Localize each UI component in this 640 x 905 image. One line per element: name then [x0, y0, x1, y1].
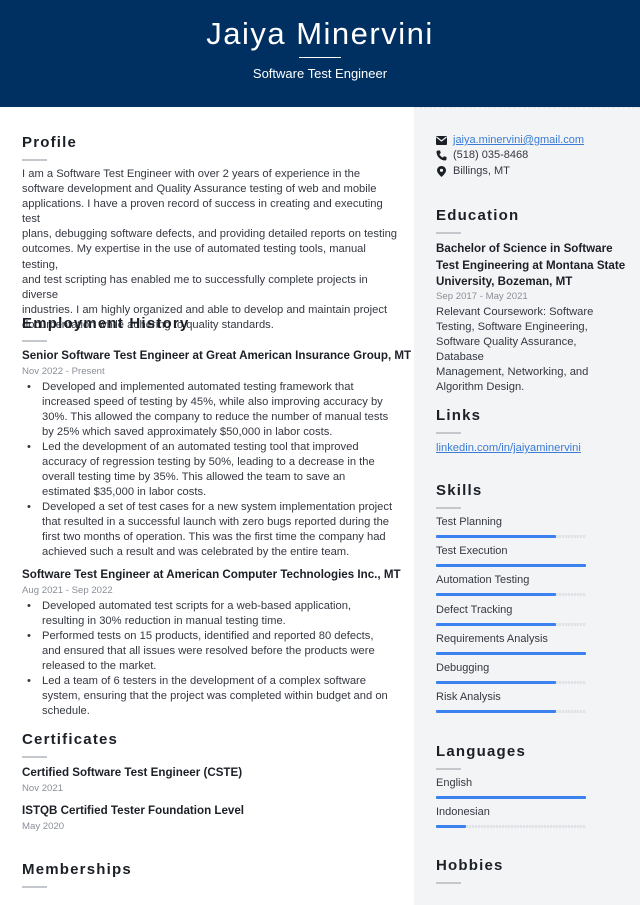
skill-level-bar-fill	[436, 622, 556, 626]
job-title: Senior Software Test Engineer at Great A…	[22, 349, 412, 362]
skill-level-bar-track	[436, 593, 586, 597]
skill-level-bar-fill	[436, 651, 586, 655]
coursework-line: Management, Networking, and	[436, 366, 589, 379]
skill-level-bar-track	[436, 710, 586, 714]
profile-line: plans, debugging software defects, and p…	[22, 228, 398, 241]
linkedin-link[interactable]: linkedin.com/in/jaiyaminervini	[436, 441, 581, 456]
phone-icon	[436, 150, 447, 161]
coursework-line: Algorithm Design.	[436, 381, 525, 394]
skill-name: Requirements Analysis	[436, 632, 548, 645]
certificate-name: Certified Software Test Engineer (CSTE)	[22, 766, 243, 779]
memberships-heading-rule	[22, 886, 47, 888]
skills-heading-rule	[436, 507, 461, 509]
profile-line: outcomes. My expertise in the use of aut…	[22, 243, 366, 271]
job-bullets: Developed and implemented automated test…	[22, 380, 394, 560]
skill-level-bar-track	[436, 622, 586, 626]
education-dates: Sep 2017 - May 2021	[436, 291, 528, 302]
skill-level-bar-fill	[436, 535, 556, 538]
language-level-bar-fill	[436, 825, 466, 829]
links-heading-rule	[436, 432, 461, 434]
header-divider	[299, 57, 341, 58]
skill-level-bar-fill	[436, 593, 556, 597]
skill-level-bar-fill	[436, 564, 586, 568]
certificates-heading-rule	[22, 756, 47, 758]
job-bullet: Led the development of an automated test…	[22, 440, 394, 500]
skill-name: Automation Testing	[436, 574, 530, 587]
contact-phone-row: (518) 035-8468	[436, 149, 528, 161]
degree-line: University, Bozeman, MT	[436, 275, 573, 288]
job-bullet: Developed a set of test cases for a new …	[22, 500, 394, 560]
memberships-heading: Memberships	[22, 861, 132, 878]
skill-level-bar-track	[436, 681, 586, 684]
candidate-title: Software Test Engineer	[252, 66, 388, 81]
certificate-date: Nov 2021	[22, 783, 64, 794]
language-level-bar-track	[436, 796, 586, 799]
candidate-name: Jaiya Minervini	[206, 16, 434, 51]
skill-name: Risk Analysis	[436, 691, 501, 704]
map-pin-icon	[436, 165, 447, 177]
envelope-icon	[436, 135, 447, 146]
education-heading: Education	[436, 207, 520, 224]
profile-heading-rule	[22, 159, 47, 161]
language-level-bar-fill	[436, 796, 586, 799]
certificates-heading: Certificates	[22, 731, 119, 748]
profile-line: applications. I have a proven record of …	[22, 198, 383, 226]
education-heading-rule	[436, 232, 461, 234]
skill-level-bar-track	[436, 535, 586, 538]
hobbies-heading-rule	[436, 882, 461, 884]
degree-line: Bachelor of Science in Software	[436, 242, 613, 255]
job-bullets: Developed automated test scripts for a w…	[22, 599, 394, 719]
resume-header: Jaiya Minervini Software Test Engineer	[0, 0, 640, 107]
profile-heading: Profile	[22, 134, 78, 151]
language-level-bar-track	[436, 825, 586, 829]
skill-level-bar-track	[436, 651, 586, 655]
skill-name: Defect Tracking	[436, 603, 513, 616]
job-bullet: Developed and implemented automated test…	[22, 380, 394, 440]
job-title: Software Test Engineer at American Compu…	[22, 568, 401, 581]
job-dates: Nov 2022 - Present	[22, 366, 105, 377]
job-bullet: Performed tests on 15 products, identifi…	[22, 629, 394, 674]
profile-line: software development and Quality Assuran…	[22, 183, 377, 196]
employment-heading: Employment History	[22, 315, 190, 332]
education-coursework: Relevant Coursework: Software Testing, S…	[436, 305, 626, 396]
links-heading: Links	[436, 407, 482, 424]
coursework-line: Testing, Software Engineering,	[436, 321, 588, 334]
profile-summary: I am a Software Test Engineer with over …	[22, 167, 402, 333]
skill-name: Test Execution	[436, 545, 508, 558]
profile-line: I am a Software Test Engineer with over …	[22, 168, 361, 180]
skills-heading: Skills	[436, 482, 483, 499]
languages-heading-rule	[436, 768, 461, 770]
language-name: English	[436, 777, 473, 789]
certificate-date: May 2020	[22, 821, 65, 832]
skill-name: Debugging	[436, 662, 490, 674]
degree-line: Test Engineering at Montana State	[436, 258, 626, 272]
contact-location-row: Billings, MT	[436, 165, 510, 177]
location: Billings, MT	[453, 165, 510, 177]
job-bullet: Led a team of 6 testers in the developme…	[22, 674, 394, 719]
job-dates: Aug 2021 - Sep 2022	[22, 585, 113, 596]
phone-number: (518) 035-8468	[453, 149, 529, 161]
employment-heading-rule	[22, 340, 47, 342]
degree: Bachelor of Science in Software Test Eng…	[436, 241, 625, 291]
coursework-line: Software Quality Assurance, Database	[436, 336, 577, 364]
contact-email-row: jaiya.minervini@gmail.com	[436, 134, 584, 146]
skill-level-bar-fill	[436, 710, 556, 714]
language-name: Indonesian	[436, 806, 490, 819]
email-link[interactable]: jaiya.minervini@gmail.com	[453, 134, 584, 146]
hobbies-heading: Hobbies	[436, 857, 504, 874]
profile-line: and test scripting has enabled me to suc…	[22, 273, 368, 301]
skill-name: Test Planning	[436, 516, 503, 528]
job-bullet: Developed automated test scripts for a w…	[22, 599, 394, 629]
skill-level-bar-track	[436, 564, 586, 568]
skill-level-bar-fill	[436, 681, 556, 684]
coursework-line: Relevant Coursework: Software	[436, 306, 594, 318]
languages-heading: Languages	[436, 743, 526, 760]
certificate-name: ISTQB Certified Tester Foundation Level	[22, 804, 245, 817]
